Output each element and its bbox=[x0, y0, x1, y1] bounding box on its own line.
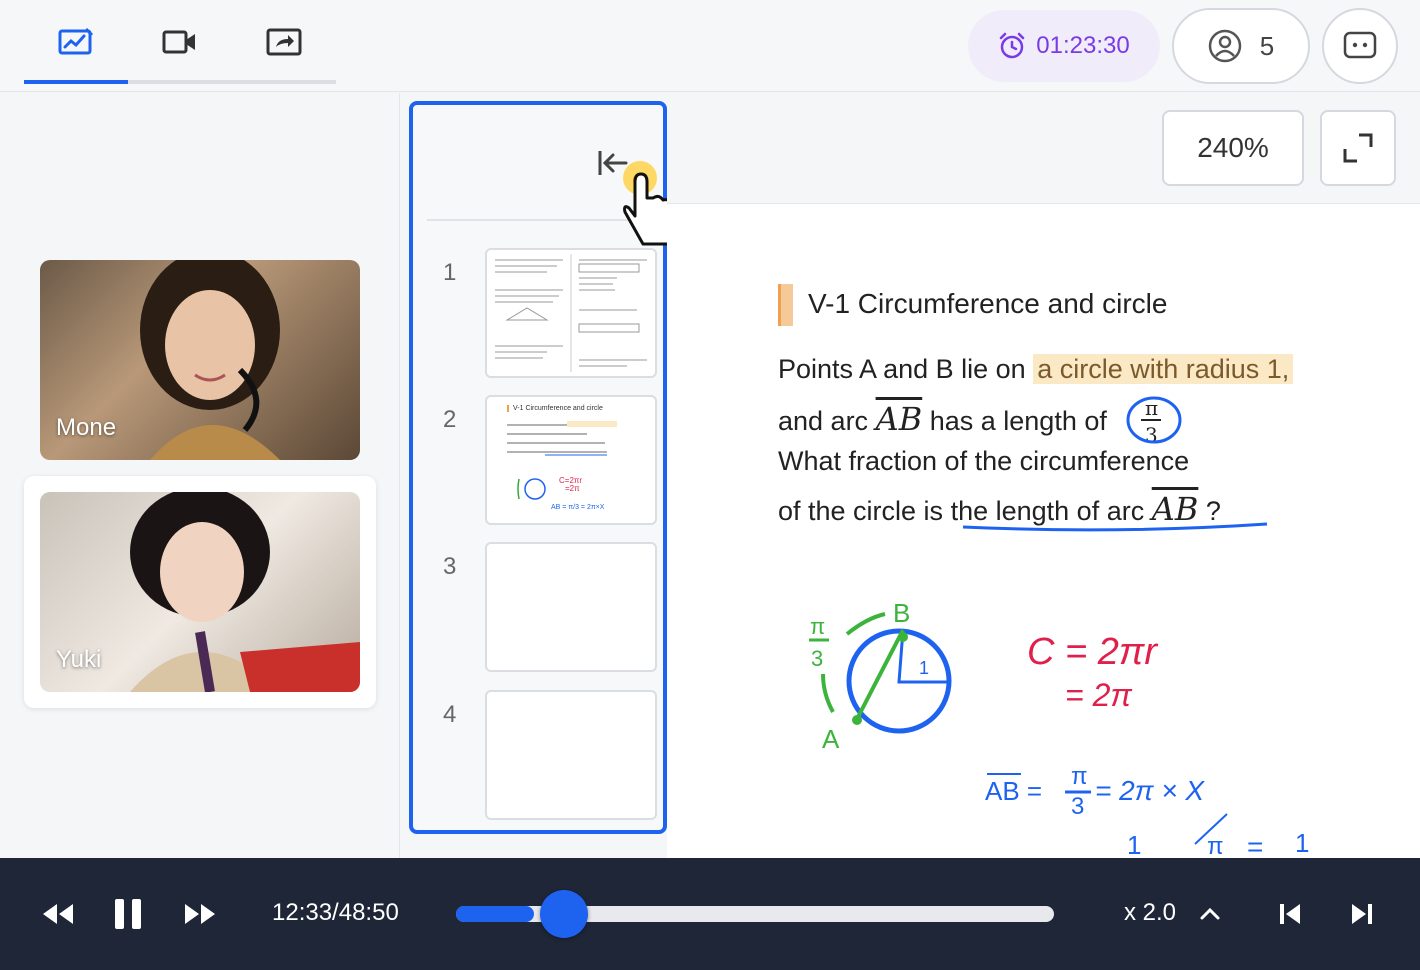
thumbnail-page-3[interactable] bbox=[485, 542, 657, 672]
user-icon bbox=[1208, 29, 1242, 63]
rewind-button[interactable] bbox=[36, 892, 80, 936]
session-timer: 01:23:30 bbox=[968, 10, 1160, 82]
top-toolbar: 01:23:30 5 bbox=[0, 0, 1420, 92]
video-tile-mone[interactable]: Mone bbox=[40, 260, 360, 460]
thumbnail-number: 4 bbox=[443, 701, 457, 728]
fullscreen-button[interactable] bbox=[1320, 110, 1396, 186]
radius-label: 1 bbox=[919, 658, 929, 678]
screen-share-icon bbox=[266, 28, 302, 56]
document-viewer: 240% V-1 Circumference and circle Points… bbox=[667, 93, 1420, 858]
speed-menu-button[interactable] bbox=[1192, 892, 1228, 936]
participant-name: Yuki bbox=[56, 646, 102, 673]
fullscreen-icon bbox=[1343, 133, 1373, 163]
label-a: A bbox=[822, 724, 840, 754]
svg-text:=2π: =2π bbox=[565, 484, 580, 493]
svg-text:3: 3 bbox=[1071, 793, 1084, 820]
underline-annotation bbox=[962, 522, 1268, 532]
thumbnail-page-4[interactable] bbox=[485, 690, 657, 820]
participants-panel: Mone Yuki bbox=[0, 93, 400, 858]
label-b: B bbox=[893, 598, 910, 628]
svg-text:1: 1 bbox=[1295, 828, 1309, 858]
participants-button[interactable]: 5 bbox=[1172, 8, 1310, 84]
page-preview: C=2πr =2π AB = π/3 = 2π×X bbox=[507, 421, 617, 511]
pause-icon bbox=[115, 899, 141, 929]
arc-label: π bbox=[810, 614, 825, 639]
worksheet-preview bbox=[495, 254, 647, 372]
timer-value: 01:23:30 bbox=[1036, 32, 1130, 59]
participant-name: Mone bbox=[56, 414, 117, 441]
fast-forward-button[interactable] bbox=[178, 892, 222, 936]
zoom-level-button[interactable]: 240% bbox=[1162, 110, 1304, 186]
formula-circumference: C = 2πr bbox=[1027, 631, 1158, 673]
svg-text:3: 3 bbox=[811, 646, 823, 671]
active-speaker-card: Yuki bbox=[24, 476, 376, 708]
thumbnail-title: V-1 Circumference and circle bbox=[507, 405, 603, 412]
tab-whiteboard[interactable] bbox=[24, 0, 128, 84]
thumbnail-number: 3 bbox=[443, 553, 457, 580]
seek-bar-progress bbox=[456, 906, 534, 922]
playback-time: 12:33/48:50 bbox=[272, 899, 399, 926]
pause-button[interactable] bbox=[106, 892, 150, 936]
tab-screen-share[interactable] bbox=[232, 0, 336, 84]
fast-forward-icon bbox=[185, 904, 215, 924]
playback-speed[interactable]: x 2.0 bbox=[1124, 899, 1176, 927]
mode-tabs bbox=[24, 0, 336, 84]
thumbnail-page-1[interactable] bbox=[485, 248, 657, 378]
video-camera-icon bbox=[162, 30, 195, 54]
active-tab-indicator bbox=[24, 80, 128, 84]
svg-text:= 2π × X: = 2π × X bbox=[1095, 775, 1205, 806]
whiteboard-icon bbox=[58, 27, 94, 55]
thumbnail-number: 2 bbox=[443, 406, 457, 433]
chevron-up-icon bbox=[1200, 907, 1220, 920]
previous-button[interactable] bbox=[1270, 892, 1310, 936]
thumbnail-page-2[interactable]: V-1 Circumference and circle C=2πr =2π A… bbox=[485, 395, 657, 525]
svg-text:π: π bbox=[1071, 763, 1088, 790]
chat-button[interactable] bbox=[1322, 8, 1398, 84]
svg-text:AB = π/3 = 2π×X: AB = π/3 = 2π×X bbox=[551, 504, 605, 511]
chat-icon bbox=[1343, 31, 1377, 59]
skip-previous-icon bbox=[1280, 904, 1300, 924]
svg-text:=: = bbox=[1247, 831, 1263, 858]
video-tile-yuki[interactable]: Yuki bbox=[40, 492, 360, 692]
thumbnail-number: 1 bbox=[443, 259, 457, 286]
handwritten-annotations: π 3 B A π 3 1 C = 2πr = 2π AB = π 3 = 2π… bbox=[809, 396, 1309, 858]
svg-text:1: 1 bbox=[1127, 830, 1141, 858]
skip-next-icon bbox=[1352, 904, 1372, 924]
tab-indicator-track bbox=[24, 80, 336, 84]
rewind-icon bbox=[43, 904, 73, 924]
formula-arc-length: AB = bbox=[985, 776, 1042, 806]
document-page[interactable]: V-1 Circumference and circle Points A an… bbox=[667, 203, 1420, 858]
formula-value: = 2π bbox=[1065, 677, 1132, 713]
playback-bar: 12:33/48:50 x 2.0 bbox=[0, 858, 1420, 970]
svg-text:π: π bbox=[1207, 833, 1224, 858]
seek-handle[interactable] bbox=[539, 890, 588, 938]
participants-count: 5 bbox=[1259, 30, 1275, 61]
alarm-clock-icon bbox=[1000, 32, 1025, 59]
next-button[interactable] bbox=[1342, 892, 1382, 936]
tab-video[interactable] bbox=[128, 0, 232, 84]
